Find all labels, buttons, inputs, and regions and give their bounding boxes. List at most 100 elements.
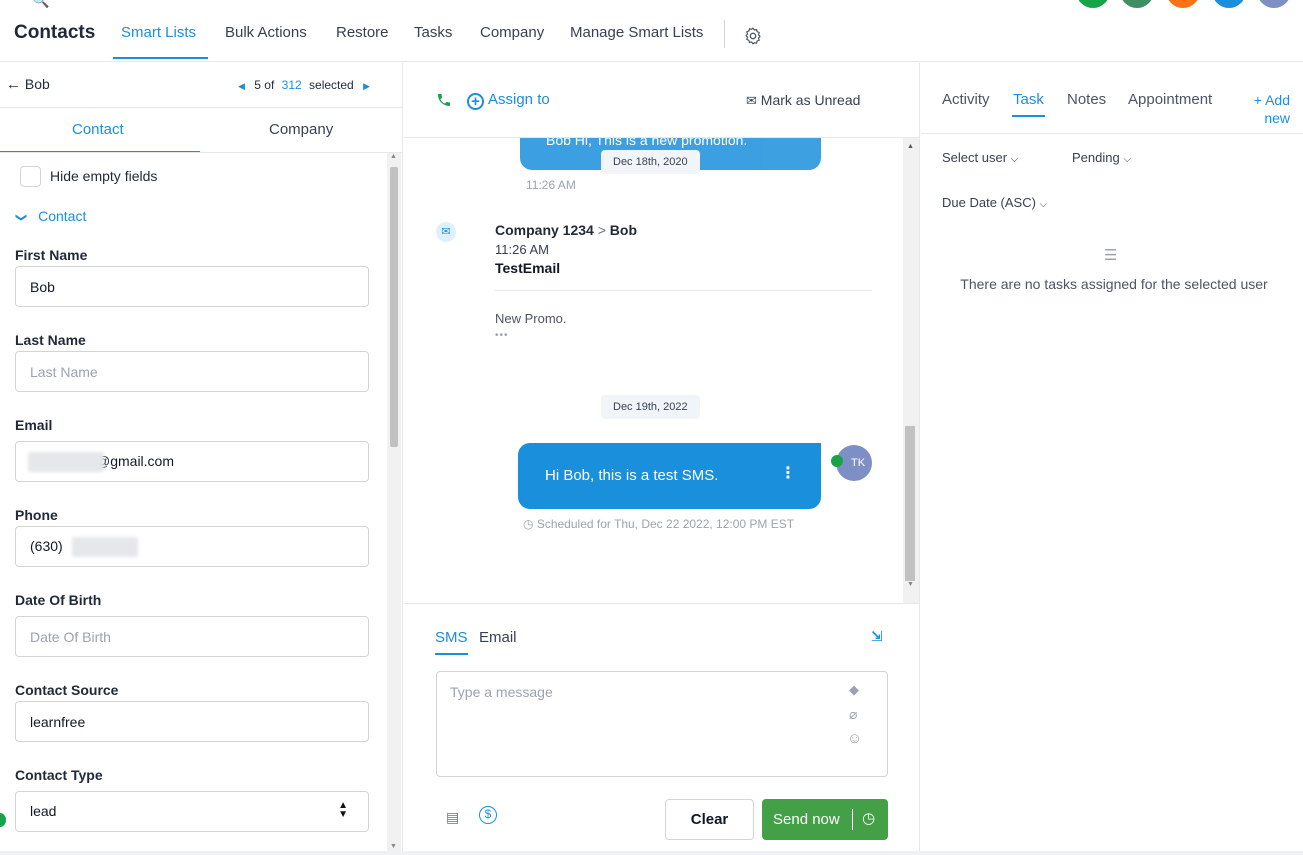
envelope-icon: ✉ [746,93,757,108]
nav-tasks[interactable]: Tasks [414,24,452,41]
nav-restore[interactable]: Restore [336,24,389,41]
nav-manage-smart-lists[interactable]: Manage Smart Lists [570,24,703,41]
avatar[interactable] [1257,0,1291,8]
email-body: New Promo. [495,311,567,326]
avatar[interactable] [1120,0,1154,8]
contact-type-value: lead [30,803,57,819]
sort-label: Due Date (ASC) [942,195,1036,210]
send-label: Send now [773,811,840,828]
mark-unread-label: Mark as Unread [760,92,861,108]
status-label: Pending [1072,150,1120,165]
schedule-clock-icon[interactable]: ◷ [862,809,875,827]
last-name-field[interactable] [15,351,369,392]
email-to: Bob [609,222,638,238]
scrollbar[interactable]: ▲ ▼ [903,138,919,603]
tab-appointment[interactable]: Appointment [1128,91,1212,108]
back-button[interactable]: ← Bob [6,76,50,93]
tab-underline [435,653,468,655]
tag-icon[interactable]: ◆ [849,682,859,698]
tab-contact[interactable]: Contact [72,121,124,138]
hide-empty-checkbox[interactable] [20,166,41,187]
more-vertical-icon[interactable]: ⋮ [780,463,796,483]
section-title: Contact [38,208,87,224]
message-input[interactable]: Type a message ◆ ⌀ ☺ [436,671,888,777]
page-title: Contacts [14,22,96,43]
tab-email[interactable]: Email [479,629,517,646]
tab-activity[interactable]: Activity [942,91,990,108]
clear-button[interactable]: Clear [665,799,754,840]
avatar[interactable] [1166,0,1200,8]
avatar[interactable] [1212,0,1246,8]
pager-of: of [264,78,275,92]
section-toggle[interactable]: ❯ Contact [15,208,87,224]
empty-state: There are no tasks assigned for the sele… [960,276,1268,292]
sms-channel-icon [831,455,843,467]
add-new-button[interactable]: + Add new [1240,91,1290,127]
phone-field[interactable]: (630) [15,526,369,567]
email-separator: > [597,222,606,238]
plus-circle-icon: + [467,93,484,110]
email-field[interactable]: @gmail.com [15,441,369,482]
nav-company[interactable]: Company [480,24,544,41]
hide-empty-label: Hide empty fields [50,168,158,184]
nav-bulk-actions[interactable]: Bulk Actions [225,24,307,41]
select-user-dropdown[interactable]: Select user ⌵ [942,150,1018,165]
message-time: 11:26 AM [526,178,576,192]
nav-active-underline [113,57,208,59]
emoji-icon[interactable]: ☺ [847,730,862,747]
date-divider: Dec 18th, 2020 [601,150,700,174]
tab-notes[interactable]: Notes [1067,91,1106,108]
message-thread: Bob Hi, This is a new promotion. Dec 18t… [404,138,920,603]
tasks-panel: Activity Task Notes Appointment + Add ne… [921,63,1303,855]
email-label: Email [15,417,53,433]
first-name-field[interactable] [15,266,369,307]
tab-company[interactable]: Company [269,121,333,138]
dob-label: Date Of Birth [15,592,102,608]
pager-total[interactable]: 312 [282,78,302,92]
chevron-down-icon: ❯ [15,212,28,223]
gear-icon[interactable] [743,26,763,46]
contact-source-field[interactable] [15,701,369,742]
scrollbar[interactable]: ▲ ▼ [387,153,401,855]
tab-underline [1012,115,1045,117]
sort-dropdown[interactable]: Due Date (ASC) ⌵ [942,195,1047,210]
phone-icon[interactable] [436,92,452,108]
pager-position: 5 [254,78,261,92]
date-divider: Dec 19th, 2022 [601,395,700,419]
send-now-button[interactable]: Send now ◷ [762,799,888,840]
collapse-icon[interactable]: ⇲ [871,628,883,645]
nav-smart-lists[interactable]: Smart Lists [121,24,196,41]
phone-label: Phone [15,507,58,523]
assign-label: Assign to [488,91,550,108]
zoom-icon: 🔍 [32,0,50,8]
pager-selected: selected [309,78,354,92]
email-more[interactable]: ••• [495,330,509,341]
status-dot [0,813,6,827]
task-list-icon: ☰ [1104,247,1118,264]
contact-type-select[interactable]: lead ▲ ▼ [15,791,369,832]
back-label: Bob [24,76,50,92]
scheduled-text: Scheduled for Thu, Dec 22 2022, 12:00 PM… [536,517,795,531]
contact-detail-panel: ← Bob ◀ 5 of 312 selected ▶ Contact Comp… [0,63,403,855]
select-user-label: Select user [942,150,1008,165]
next-icon[interactable]: ▶ [363,81,370,91]
assign-to-button[interactable]: + Assign to [467,91,550,110]
template-icon[interactable]: ▤ [446,809,459,826]
tab-task[interactable]: Task [1013,91,1044,108]
prev-icon[interactable]: ◀ [238,81,245,91]
paperclip-icon[interactable]: ⌀ [849,706,857,723]
chevron-down-icon: ⌵ [1123,154,1131,165]
sms-text: Hi Bob, this is a test SMS. [545,467,719,484]
avatar[interactable] [1076,0,1110,8]
email-from: Company 1234 [495,222,594,238]
email-value: @gmail.com [96,453,175,469]
status-dropdown[interactable]: Pending ⌵ [1072,150,1131,165]
message-text: Bob Hi, This is a new promotion. [546,138,748,148]
chevron-down-icon: ⌵ [1039,199,1048,210]
dollar-icon[interactable]: $ [479,806,497,824]
phone-value: (630) [30,538,63,554]
email-subject[interactable]: TestEmail [495,260,560,276]
dob-field[interactable] [15,616,369,657]
mark-unread-button[interactable]: ✉ Mark as Unread [746,92,860,109]
tab-sms[interactable]: SMS [435,629,468,646]
